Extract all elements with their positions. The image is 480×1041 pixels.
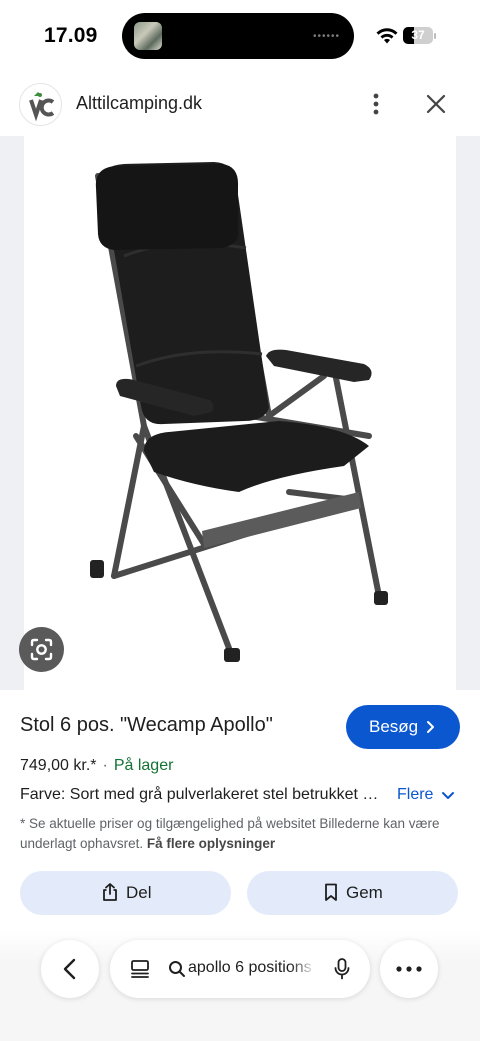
dynamic-island[interactable]: •••••• (122, 13, 354, 59)
product-color-description: Farve: Sort med grå pulverlakeret stel b… (20, 786, 390, 803)
price-separator: · (102, 757, 108, 774)
back-button[interactable] (41, 940, 99, 998)
chevron-right-icon (427, 721, 434, 733)
lens-button[interactable] (19, 627, 64, 672)
more-horizontal-icon (396, 966, 422, 972)
disclaimer: * Se aktuelle priser og tilgængelighed p… (20, 814, 460, 853)
visit-button-label: Besøg (369, 717, 419, 736)
save-button-label: Gem (346, 883, 383, 902)
search-icon (169, 961, 185, 977)
more-vertical-icon[interactable] (364, 91, 388, 117)
more-link[interactable]: Flere (397, 786, 433, 804)
search-bar[interactable]: apollo 6 positions (110, 940, 370, 998)
tabs-icon[interactable] (130, 959, 150, 979)
site-header: Alttilcamping.dk (0, 80, 480, 130)
status-time: 17.09 (44, 24, 98, 47)
island-indicator: •••••• (312, 31, 340, 42)
more-info-link[interactable]: Få flere oplysninger (147, 836, 275, 851)
share-button[interactable]: Del (20, 871, 231, 915)
chevron-down-icon[interactable] (441, 790, 455, 802)
product-title[interactable]: Stol 6 pos. "Wecamp Apollo" (20, 714, 273, 737)
price: 749,00 kr.* (20, 757, 97, 774)
site-logo-image (20, 84, 61, 125)
price-row: 749,00 kr.* · På lager (20, 757, 173, 775)
back-icon (63, 958, 76, 980)
save-button[interactable]: Gem (247, 871, 458, 915)
island-thumbnail (134, 22, 162, 50)
product-image-area[interactable] (0, 136, 480, 690)
stock-status: På lager (113, 757, 174, 774)
more-menu-button[interactable] (380, 940, 438, 998)
site-logo[interactable] (19, 83, 62, 126)
visit-button[interactable]: Besøg (346, 705, 460, 749)
battery-icon: 37 (403, 25, 437, 45)
bottom-nav: apollo 6 positions (0, 930, 480, 1041)
product-image-chair (90, 162, 388, 662)
close-icon[interactable] (424, 92, 448, 116)
share-icon (103, 883, 117, 901)
status-bar: 17.09 •••••• 37 (0, 0, 480, 70)
search-query[interactable]: apollo 6 positions (188, 959, 316, 977)
wifi-icon (376, 28, 398, 44)
lens-icon (30, 638, 53, 661)
battery-level: 37 (411, 28, 425, 42)
share-button-label: Del (126, 883, 152, 902)
bookmark-icon (325, 883, 337, 901)
mic-icon[interactable] (332, 957, 352, 981)
site-name[interactable]: Alttilcamping.dk (76, 93, 202, 114)
